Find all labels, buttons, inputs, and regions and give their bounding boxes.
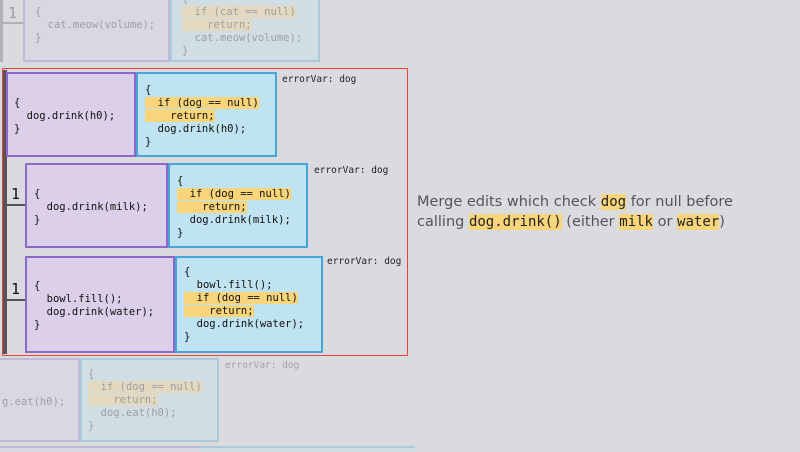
edit-count: 1 <box>11 280 21 298</box>
before-code: { bowl.fill(); dog.drink(water); } <box>34 280 155 331</box>
before-code: { cat.meow(volume); } <box>35 6 156 44</box>
edit-count: 1 <box>11 185 21 203</box>
after-code: { bowl.fill(); if (dog == null) return; … <box>184 266 305 343</box>
error-var-label: errorVar: dog <box>314 165 389 176</box>
before-code-box: { dog.drink(h0); } <box>6 72 136 157</box>
code-water: water <box>677 214 720 230</box>
null-check-highlight: if (dog == null) return; <box>184 292 298 317</box>
null-check-highlight: if (dog == null) return; <box>88 381 202 406</box>
after-code-box: { if (dog == null) return; dog.drink(h0)… <box>136 72 277 157</box>
cluster-description: Merge edits which check dog for null bef… <box>417 194 733 230</box>
after-code-box: { if (dog == null) return; dog.eat(h0); … <box>80 358 219 442</box>
error-var-label: errorVar: dog <box>327 256 402 267</box>
after-code: { if (cat == null) return; cat.meow(volu… <box>182 0 303 57</box>
error-var-label: errorVar: dog <box>225 360 300 371</box>
next-cluster-edge <box>200 446 415 452</box>
before-code-box: { cat.meow(volume); } <box>23 0 170 62</box>
null-check-highlight: if (dog == null) return; <box>177 188 291 213</box>
null-check-highlight: if (cat == null) return; <box>182 6 296 31</box>
next-cluster-edge <box>0 446 200 452</box>
before-code-box: { dog.drink(milk); } <box>25 163 168 248</box>
code-dog-drink: dog.drink() <box>468 214 562 230</box>
after-code: { if (dog == null) return; dog.drink(h0)… <box>145 84 259 148</box>
code-dog: dog <box>600 194 627 210</box>
before-code: g.eat(h0); <box>2 396 66 408</box>
after-code-box: { bowl.fill(); if (dog == null) return; … <box>175 256 323 353</box>
before-code-box: { bowl.fill(); dog.drink(water); } <box>25 256 175 353</box>
after-code: { if (dog == null) return; dog.drink(mil… <box>177 175 291 239</box>
count-tick <box>7 299 25 301</box>
cluster-bar <box>0 0 3 62</box>
edit-count: 1 <box>8 4 18 22</box>
before-code-box: g.eat(h0); <box>0 358 80 442</box>
null-check-highlight: if (dog == null) return; <box>145 97 259 122</box>
before-code: { dog.drink(h0); } <box>14 97 116 135</box>
count-tick <box>7 204 25 206</box>
before-code: { dog.drink(milk); } <box>34 188 148 226</box>
count-tick <box>3 22 23 24</box>
code-milk: milk <box>619 214 653 230</box>
after-code-box: { if (dog == null) return; dog.drink(mil… <box>168 163 308 248</box>
after-code-box: { if (cat == null) return; cat.meow(volu… <box>170 0 320 62</box>
error-var-label: errorVar: dog <box>282 74 357 85</box>
after-code: { if (dog == null) return; dog.eat(h0); … <box>88 368 202 432</box>
